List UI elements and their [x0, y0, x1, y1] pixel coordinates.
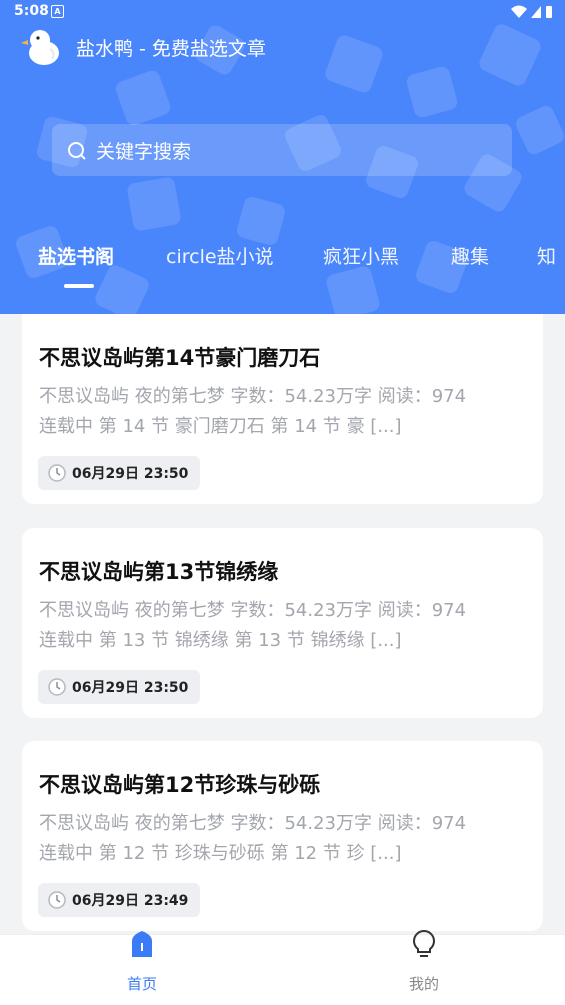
category-tabs: 盐选书阁 circle盐小说 疯狂小黑 趣集 知: [0, 232, 565, 292]
duck-logo-icon: [21, 30, 59, 65]
date-badge: 06月29日 23:50: [38, 456, 201, 490]
article-title: 不思议岛屿第13节锦绣缘: [39, 560, 279, 584]
nav-home-label: 首页: [126, 975, 157, 993]
clock-icon: [48, 891, 66, 909]
search-placeholder: 关键字搜索: [96, 141, 192, 163]
article-excerpt: 不思议岛屿 夜的第七梦 字数：54.23万字 阅读：974 连载中 第 12 节…: [39, 809, 534, 869]
nav-mine[interactable]: 我的: [364, 929, 484, 1005]
tab-yanxuan-shuge[interactable]: 盐选书阁: [38, 242, 114, 269]
excerpt-line: 连载中 第 14 节 豪门磨刀石 第 14 节 豪 [...]: [39, 416, 402, 437]
nav-home[interactable]: 首页: [82, 931, 202, 1005]
article-card[interactable]: 不思议岛屿第12节珍珠与砂砾 不思议岛屿 夜的第七梦 字数：54.23万字 阅读…: [22, 741, 543, 931]
search-bar[interactable]: 关键字搜索: [52, 124, 512, 176]
article-title: 不思议岛屿第12节珍珠与砂砾: [39, 773, 321, 797]
article-date: 06月29日 23:50: [72, 680, 189, 696]
excerpt-line: 不思议岛屿 夜的第七梦 字数：54.23万字 阅读：974: [39, 386, 467, 407]
article-card[interactable]: 不思议岛屿第13节锦绣缘 不思议岛屿 夜的第七梦 字数：54.23万字 阅读：9…: [22, 528, 543, 718]
status-bar: 5:08 A: [0, 0, 565, 24]
article-date: 06月29日 23:50: [72, 466, 189, 482]
tab-zhi[interactable]: 知: [537, 242, 556, 269]
search-icon: [68, 142, 86, 160]
excerpt-line: 不思议岛屿 夜的第七梦 字数：54.23万字 阅读：974: [39, 813, 467, 834]
bulb-icon: [413, 929, 435, 957]
date-badge: 06月29日 23:50: [38, 670, 201, 704]
excerpt-line: 不思议岛屿 夜的第七梦 字数：54.23万字 阅读：974: [39, 600, 467, 621]
article-card[interactable]: 不思议岛屿第14节豪门磨刀石 不思议岛屿 夜的第七梦 字数：54.23万字 阅读…: [22, 314, 543, 504]
article-feed[interactable]: 不思议岛屿第14节豪门磨刀石 不思议岛屿 夜的第七梦 字数：54.23万字 阅读…: [0, 314, 565, 934]
clock-icon: [48, 464, 66, 482]
date-badge: 06月29日 23:49: [38, 883, 201, 917]
clock-icon: [48, 678, 66, 696]
article-excerpt: 不思议岛屿 夜的第七梦 字数：54.23万字 阅读：974 连载中 第 13 节…: [39, 596, 534, 656]
article-title: 不思议岛屿第14节豪门磨刀石: [39, 346, 321, 370]
wifi-battery-icon: [511, 5, 552, 18]
tab-quji[interactable]: 趣集: [451, 242, 489, 269]
bottom-nav: 首页 我的: [0, 929, 565, 1005]
notification-icon: A: [51, 5, 64, 18]
tab-fengkuang-xiaohei[interactable]: 疯狂小黑: [323, 242, 399, 269]
system-icons: [509, 4, 553, 24]
tab-circle-yan-xiaoshuo[interactable]: circle盐小说: [166, 242, 274, 269]
active-tab-indicator: [64, 284, 94, 288]
excerpt-line: 连载中 第 12 节 珍珠与砂砾 第 12 节 珍 [...]: [39, 843, 402, 864]
excerpt-line: 连载中 第 13 节 锦绣缘 第 13 节 锦绣缘 [...]: [39, 630, 402, 651]
home-icon: [132, 931, 152, 957]
header: 5:08 A 盐水鸭 - 免费盐选文章 关键字搜索 盐选书阁 circle盐小说…: [0, 0, 565, 314]
status-time: 5:08: [14, 3, 49, 19]
app-title: 盐水鸭 - 免费盐选文章: [76, 38, 266, 60]
article-excerpt: 不思议岛屿 夜的第七梦 字数：54.23万字 阅读：974 连载中 第 14 节…: [39, 382, 534, 442]
nav-mine-label: 我的: [408, 975, 439, 993]
article-date: 06月29日 23:49: [72, 893, 189, 909]
